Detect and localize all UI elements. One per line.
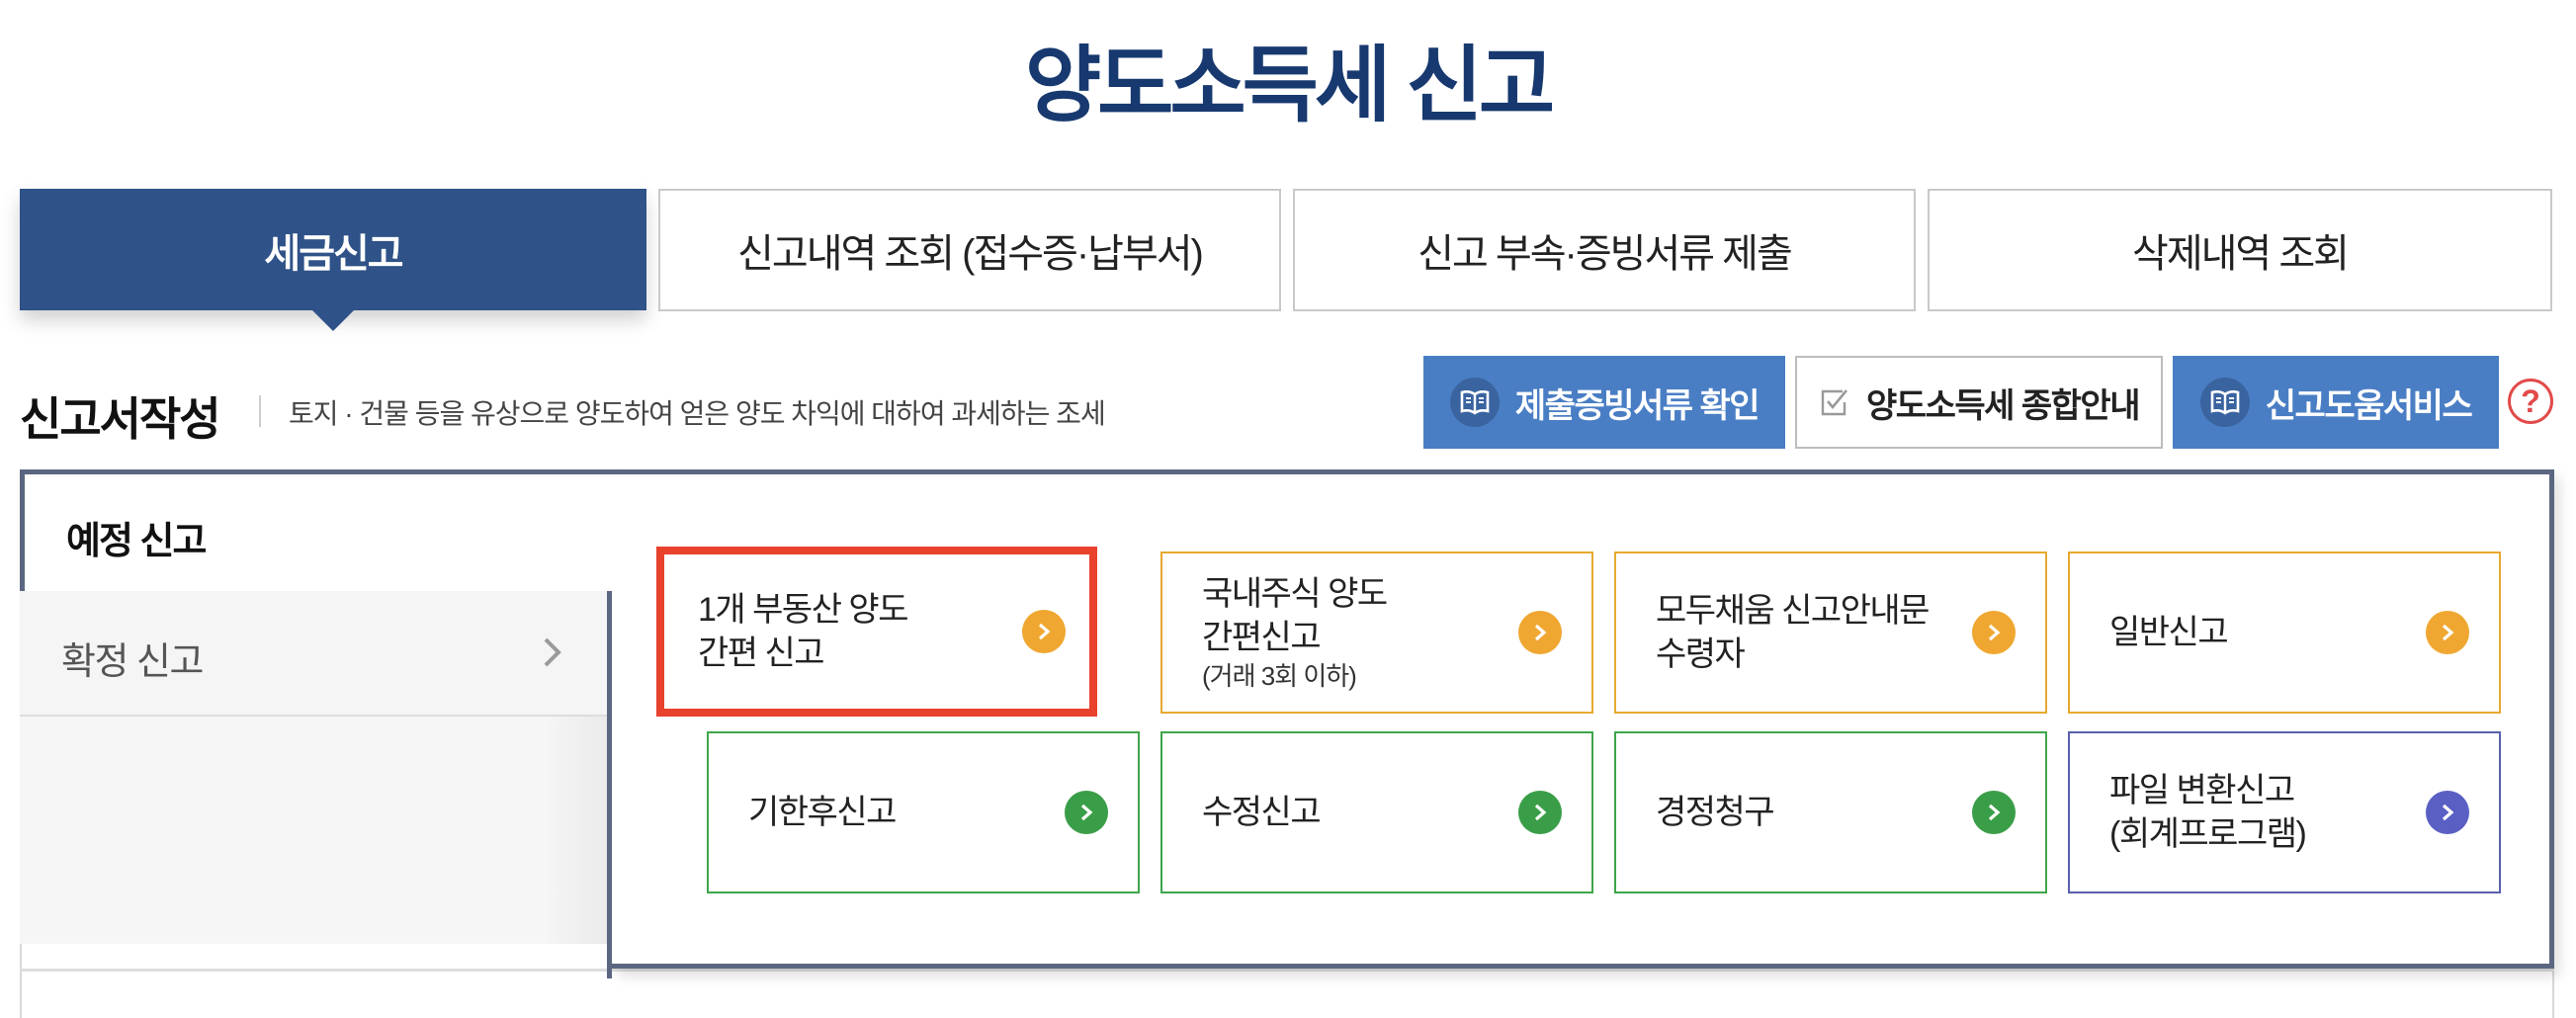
guide-button[interactable]: 양도소득세 종합안내 <box>1795 356 2163 449</box>
guide-label: 양도소득세 종합안내 <box>1866 386 2140 425</box>
tab-label: 신고 부속·증빙서류 제출 <box>1417 232 1793 276</box>
card-amended-filing[interactable]: 수정신고 <box>1160 731 1593 893</box>
chevron-right-icon <box>542 631 563 680</box>
filing-options-box: 1개 부동산 양도 간편 신고 국내주식 양도 간편신고 (거래 3회 이하) … <box>607 469 2554 978</box>
tab-document-submit[interactable]: 신고 부속·증빙서류 제출 <box>1293 189 1916 311</box>
tab-filing-history[interactable]: 신고내역 조회 (접수증·납부서) <box>658 189 1281 311</box>
chevron-right-circle-icon <box>1972 791 2016 834</box>
chevron-right-circle-icon <box>2426 611 2469 654</box>
side-menu-empty <box>20 717 613 944</box>
help-service-label: 신고도움서비스 <box>2265 386 2473 425</box>
tab-label: 삭제내역 조회 <box>2132 232 2350 276</box>
section-divider <box>259 395 261 427</box>
tab-label: 세금신고 <box>264 231 403 276</box>
help-service-button[interactable]: 신고도움서비스 <box>2173 356 2499 449</box>
tab-label: 신고내역 조회 (접수증·납부서) <box>737 232 1204 276</box>
card-title: 파일 변환신고 <box>2109 772 2295 809</box>
card-title: 수정신고 <box>1202 794 1322 831</box>
section-title: 신고서작성 <box>20 393 221 445</box>
side-menu-label: 확정 신고 <box>61 641 204 683</box>
book-icon <box>1449 378 1500 427</box>
card-title: 국내주식 양도 <box>1202 575 1388 613</box>
chevron-right-circle-icon <box>1065 791 1108 834</box>
card-subtitle: 간편신고 <box>1202 619 1322 656</box>
card-correction-claim[interactable]: 경정청구 <box>1614 731 2047 893</box>
card-general-filing[interactable]: 일반신고 <box>2068 551 2501 714</box>
card-file-conversion[interactable]: 파일 변환신고 (회계프로그램) <box>2068 731 2501 893</box>
card-title: 1개 부동산 양도 <box>698 591 908 629</box>
card-subtitle: (회계프로그램) <box>2109 815 2307 853</box>
card-single-property-simple[interactable]: 1개 부동산 양도 간편 신고 <box>656 547 1097 717</box>
card-title: 일반신고 <box>2109 614 2229 651</box>
tab-tax-filing[interactable]: 세금신고 <box>20 189 646 331</box>
active-tab-pointer <box>309 307 357 331</box>
section-description: 토지 · 건물 등을 유상으로 양도하여 얻은 양도 차익에 대하여 과세하는 … <box>289 398 1106 429</box>
chevron-right-circle-icon <box>1518 791 1562 834</box>
card-title: 경정청구 <box>1656 794 1775 831</box>
card-domestic-stock-simple[interactable]: 국내주식 양도 간편신고 (거래 3회 이하) <box>1160 551 1593 714</box>
page-title: 양도소득세 신고 <box>1024 39 1555 131</box>
card-subtitle: 간편 신고 <box>698 635 825 672</box>
checkbox-icon <box>1819 387 1848 417</box>
chevron-right-circle-icon <box>1022 610 1066 653</box>
book-icon <box>2199 378 2250 427</box>
filing-panel: 예정 신고 확정 신고 1개 부동산 양도 간편 신고 국내주식 양도 간편신고… <box>20 469 2554 1018</box>
card-title: 기한후신고 <box>748 794 897 831</box>
card-subtitle: 수령자 <box>1656 636 1746 673</box>
card-prefilled-notice[interactable]: 모두채움 신고안내문 수령자 <box>1614 551 2047 714</box>
card-late-filing[interactable]: 기한후신고 <box>707 731 1140 893</box>
card-note: (거래 3회 이하) <box>1202 661 1357 691</box>
question-circle-icon[interactable]: ? <box>2508 379 2553 424</box>
chevron-right-circle-icon <box>2426 791 2469 834</box>
submit-docs-label: 제출증빙서류 확인 <box>1514 386 1760 425</box>
panel-bottom-border <box>20 969 2554 972</box>
side-menu-preliminary[interactable]: 예정 신고 <box>20 469 614 591</box>
chevron-right-circle-icon <box>1972 611 2016 654</box>
side-menu-final[interactable]: 확정 신고 <box>20 591 613 717</box>
chevron-right-circle-icon <box>1518 611 1562 654</box>
side-menu-label: 예정 신고 <box>66 521 207 562</box>
tab-deleted-history[interactable]: 삭제내역 조회 <box>1928 189 2552 311</box>
submit-docs-button[interactable]: 제출증빙서류 확인 <box>1423 356 1785 449</box>
card-title: 모두채움 신고안내문 <box>1656 592 1930 630</box>
